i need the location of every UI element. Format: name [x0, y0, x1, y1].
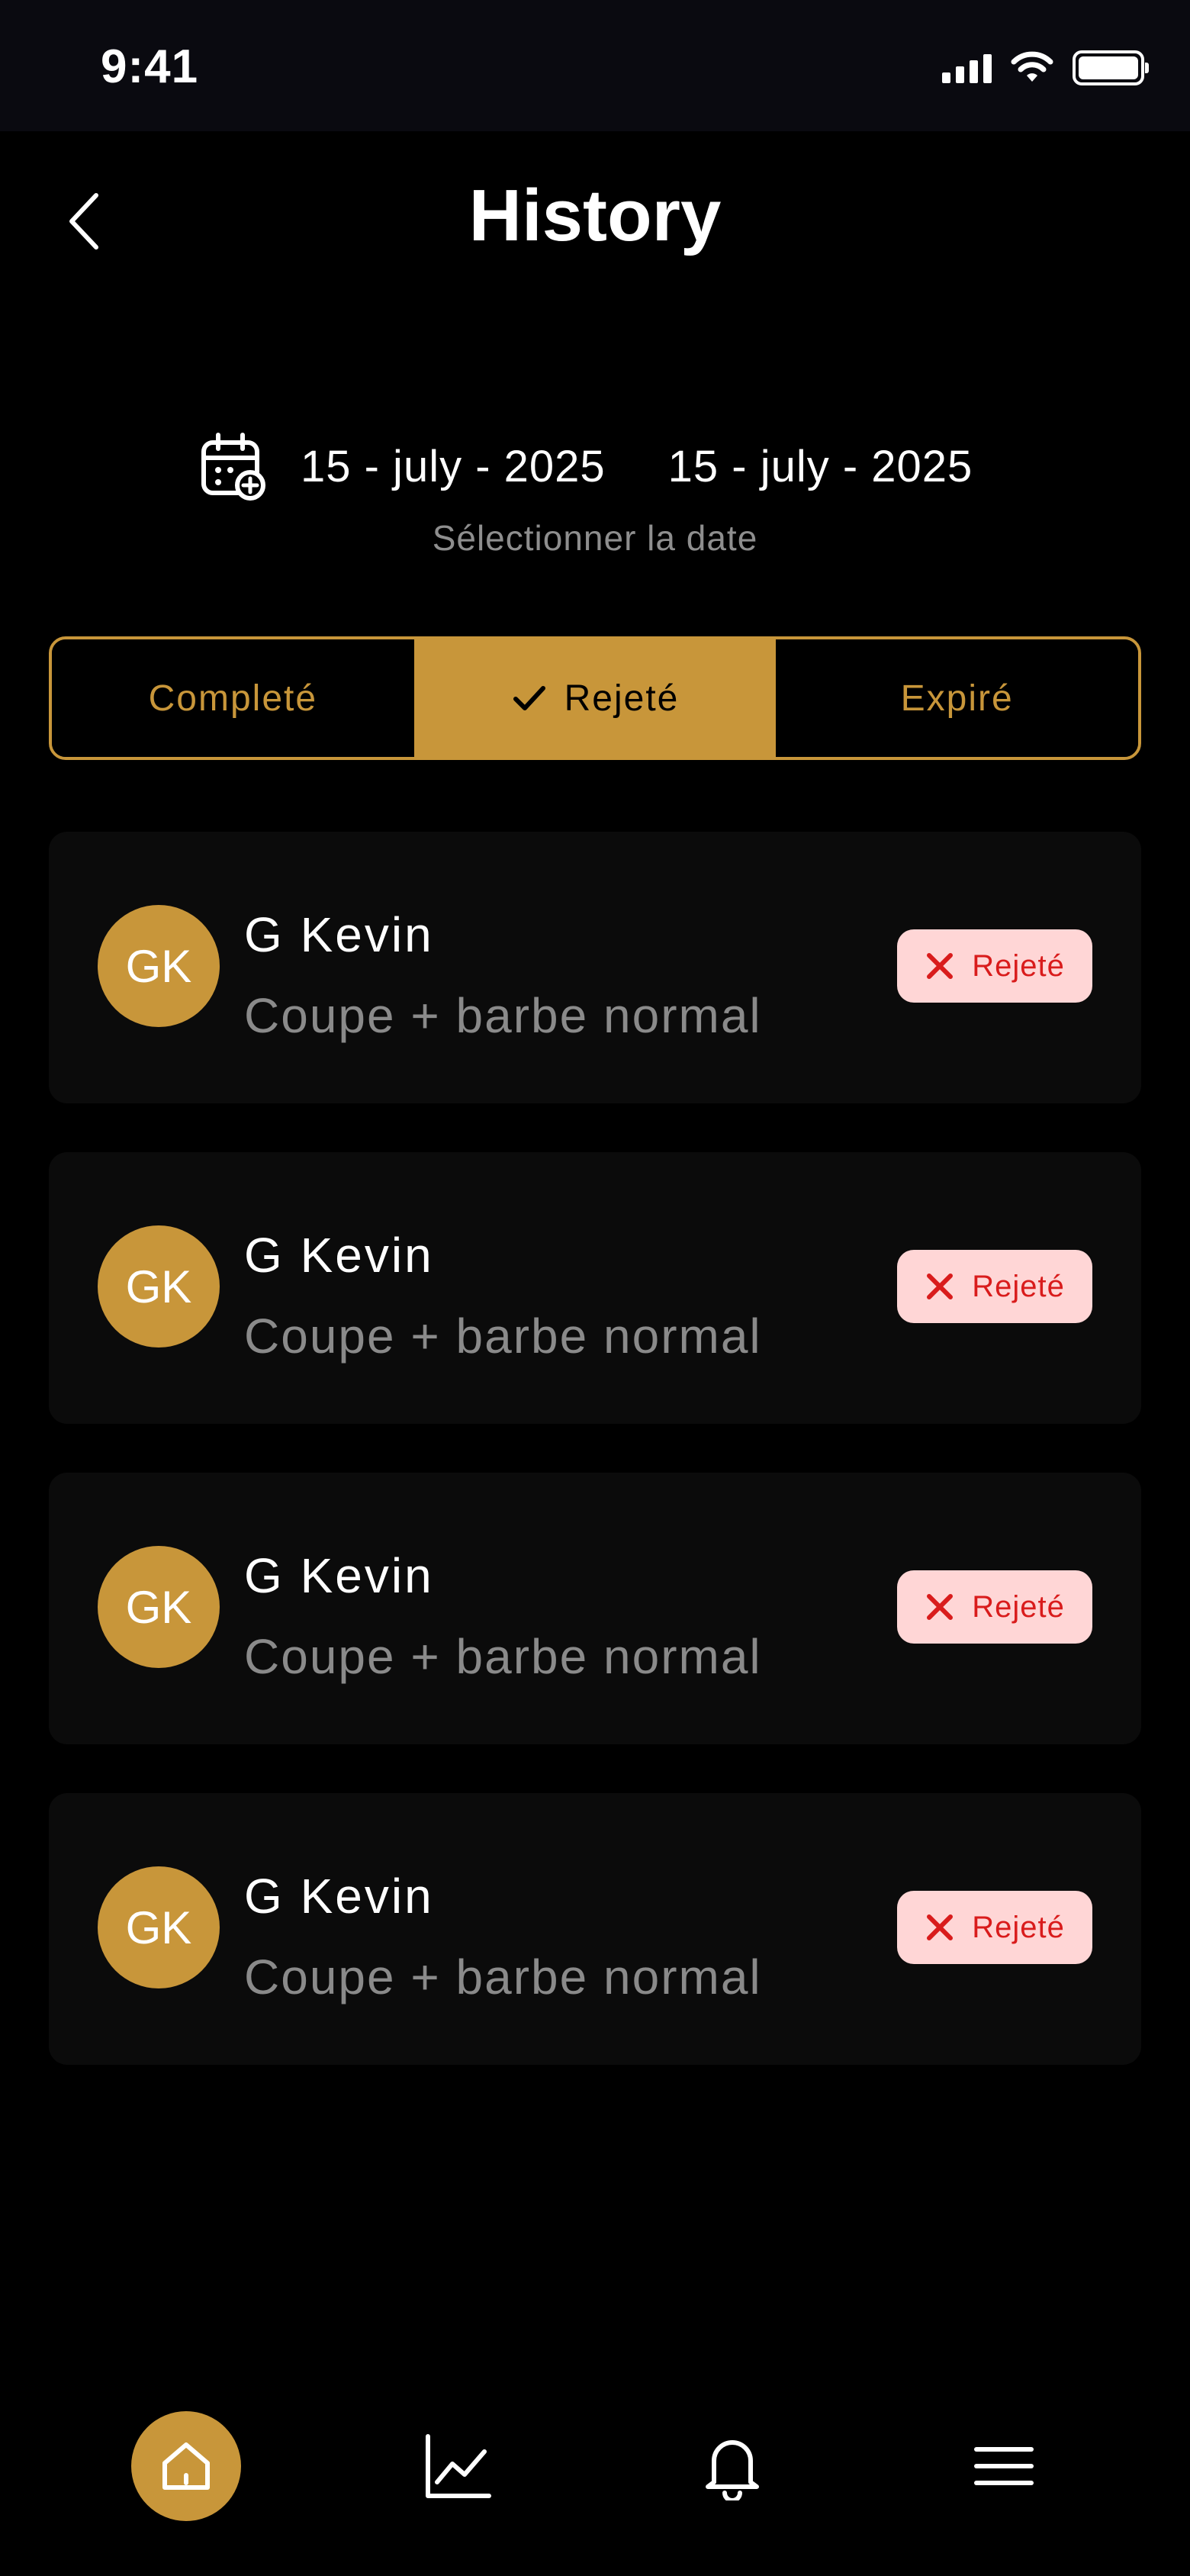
start-date[interactable]: 15 - july - 2025	[301, 441, 606, 492]
status-label: Rejeté	[972, 948, 1065, 983]
calendar-add-icon[interactable]	[200, 432, 267, 501]
history-screen: 9:41 History 15 - july - 2025 15 - july …	[0, 0, 1190, 2576]
service-name: Coupe + barbe normal	[244, 1950, 762, 2004]
status-badge: Rejeté	[897, 929, 1092, 1003]
status-badge: Rejeté	[897, 1570, 1092, 1644]
status-label: Rejeté	[972, 1589, 1065, 1624]
history-card[interactable]: GK G Kevin Coupe + barbe normal Rejeté	[49, 1152, 1141, 1424]
avatar: GK	[98, 905, 220, 1027]
close-icon	[927, 1914, 954, 1940]
page-title: History	[468, 175, 722, 256]
status-icons	[942, 50, 1149, 85]
tab-label: Completé	[148, 678, 318, 719]
close-icon	[927, 953, 954, 979]
checkmark-icon	[513, 686, 545, 710]
avatar: GK	[98, 1546, 220, 1668]
end-date[interactable]: 15 - july - 2025	[668, 441, 973, 492]
nav-notifications[interactable]	[677, 2411, 787, 2521]
status-tabs: Completé Rejeté Expiré	[49, 636, 1141, 760]
service-name: Coupe + barbe normal	[244, 1309, 762, 1364]
nav-home[interactable]	[131, 2411, 241, 2521]
client-name: G Kevin	[244, 1228, 434, 1283]
history-card[interactable]: GK G Kevin Coupe + barbe normal Rejeté	[49, 1793, 1141, 2065]
bottom-nav	[0, 2411, 1190, 2526]
chart-icon	[426, 2434, 491, 2498]
avatar: GK	[98, 1225, 220, 1348]
status-badge: Rejeté	[897, 1891, 1092, 1964]
service-name: Coupe + barbe normal	[244, 1629, 762, 1684]
date-range-selector[interactable]: 15 - july - 2025 15 - july - 2025	[200, 432, 973, 501]
date-hint: Sélectionner la date	[432, 518, 758, 558]
cellular-signal-icon	[942, 53, 992, 83]
history-card[interactable]: GK G Kevin Coupe + barbe normal Rejeté	[49, 832, 1141, 1103]
status-label: Rejeté	[972, 1910, 1065, 1944]
nav-stats[interactable]	[403, 2411, 513, 2521]
avatar: GK	[98, 1866, 220, 1988]
client-name: G Kevin	[244, 1548, 434, 1603]
history-list: GK G Kevin Coupe + barbe normal Rejeté G…	[49, 832, 1141, 2114]
tab-label: Expiré	[900, 678, 1014, 719]
bell-icon	[706, 2440, 759, 2500]
status-time: 9:41	[101, 40, 199, 93]
wifi-icon	[1011, 51, 1053, 82]
status-bar: 9:41	[0, 0, 1190, 131]
nav-menu[interactable]	[949, 2411, 1059, 2521]
client-name: G Kevin	[244, 1869, 434, 1924]
status-badge: Rejeté	[897, 1250, 1092, 1323]
menu-icon	[974, 2447, 1034, 2485]
history-card[interactable]: GK G Kevin Coupe + barbe normal Rejeté	[49, 1473, 1141, 1744]
close-icon	[927, 1594, 954, 1620]
tab-complete[interactable]: Completé	[52, 639, 414, 757]
home-icon	[162, 2442, 210, 2490]
service-name: Coupe + barbe normal	[244, 988, 762, 1043]
tab-rejected[interactable]: Rejeté	[413, 639, 777, 757]
status-label: Rejeté	[972, 1269, 1065, 1303]
client-name: G Kevin	[244, 907, 434, 962]
tab-expired[interactable]: Expiré	[776, 639, 1138, 757]
battery-icon	[1073, 50, 1149, 85]
close-icon	[927, 1274, 954, 1299]
tab-label: Rejeté	[564, 678, 680, 719]
